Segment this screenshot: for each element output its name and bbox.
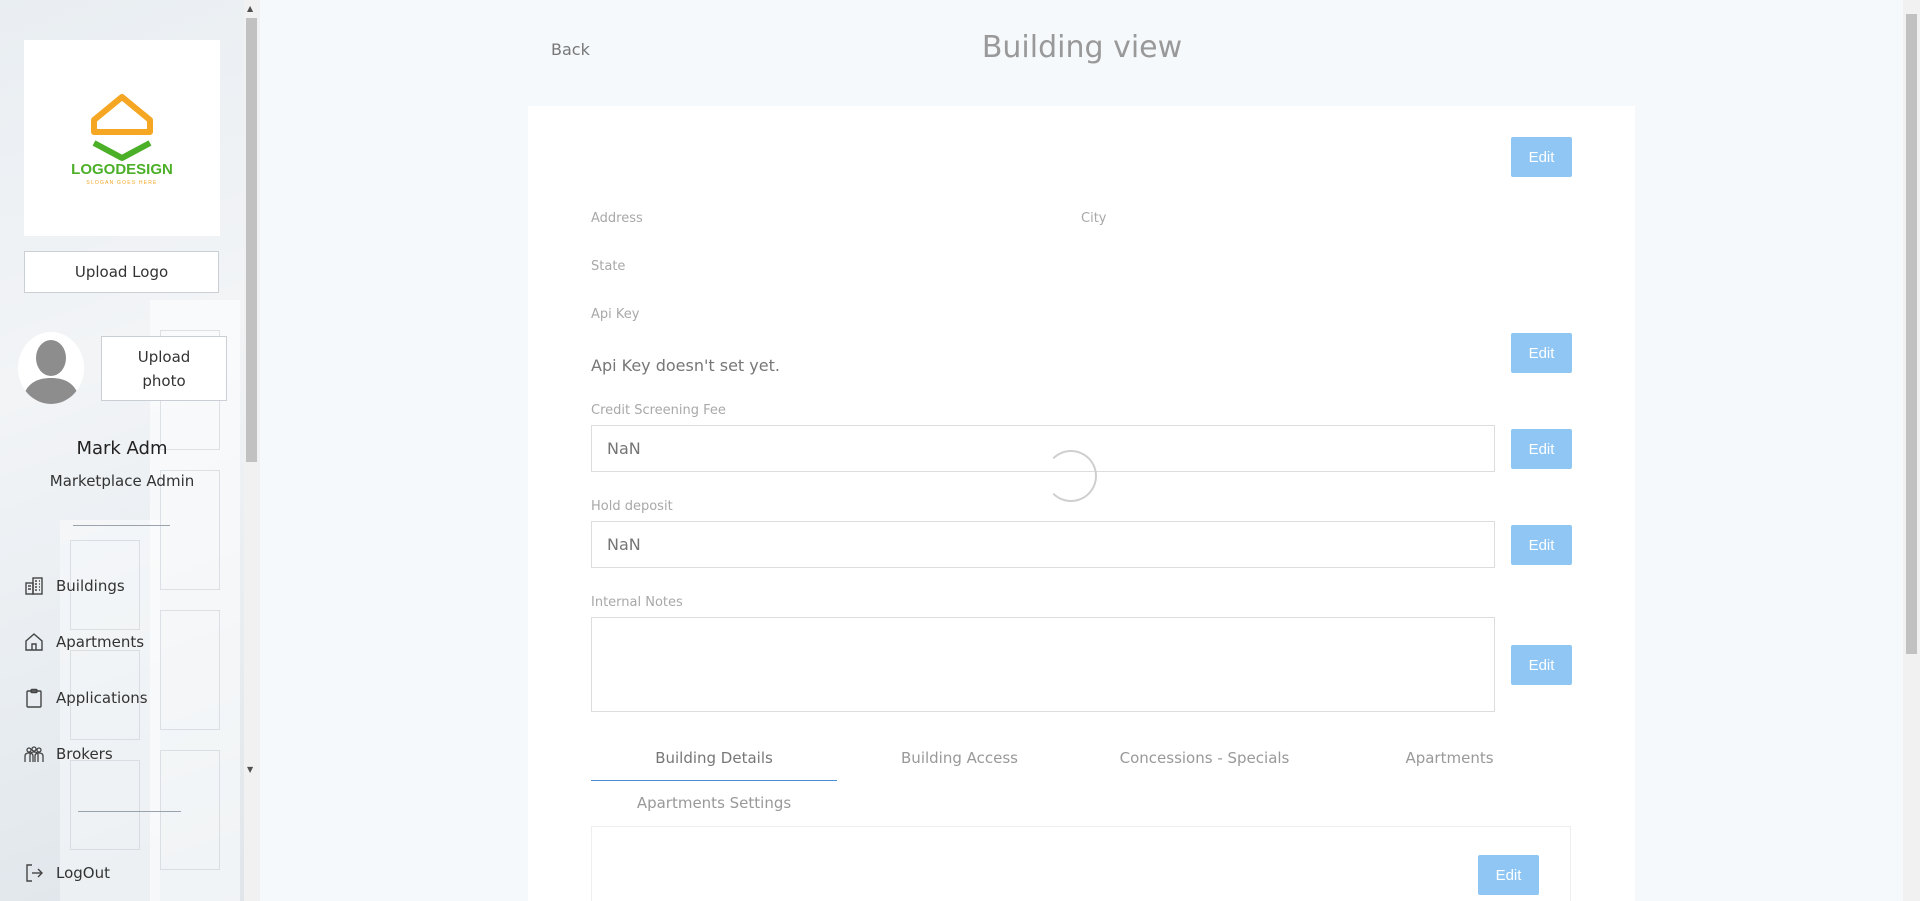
person-placeholder-icon xyxy=(22,340,80,404)
upload-photo-button[interactable]: Upload photo xyxy=(101,336,227,401)
divider xyxy=(73,525,170,526)
edit-internal-notes-button[interactable]: Edit xyxy=(1511,645,1572,685)
home-icon xyxy=(25,633,43,651)
sidebar-scrollbar[interactable]: ▲ ▼ xyxy=(244,0,260,901)
tab-content-panel xyxy=(591,826,1571,901)
nav-item-label: Brokers xyxy=(56,745,113,763)
credit-screening-fee-label: Credit Screening Fee xyxy=(591,403,726,418)
buildings-icon xyxy=(25,577,43,595)
city-label: City xyxy=(1081,211,1107,226)
internal-notes-label: Internal Notes xyxy=(591,595,683,610)
page-scrollbar-thumb[interactable] xyxy=(1906,14,1917,654)
people-icon xyxy=(24,746,44,762)
loading-spinner-icon xyxy=(1045,450,1097,502)
tab-concessions-specials[interactable]: Concessions - Specials xyxy=(1082,749,1327,767)
logout-label: LogOut xyxy=(56,864,110,882)
edit-hold-deposit-button[interactable]: Edit xyxy=(1511,525,1572,565)
user-role: Marketplace Admin xyxy=(49,472,195,490)
nav-item-applications[interactable]: Applications xyxy=(24,683,148,713)
address-label: Address xyxy=(591,211,643,226)
divider xyxy=(78,811,181,812)
api-key-label: Api Key xyxy=(591,307,640,322)
sidebar-scrollbar-thumb[interactable] xyxy=(246,18,257,462)
avatar xyxy=(18,332,84,404)
hold-deposit-input[interactable] xyxy=(591,521,1495,568)
active-tab-indicator xyxy=(591,780,837,781)
tab-building-access[interactable]: Building Access xyxy=(837,749,1082,767)
edit-api-key-button[interactable]: Edit xyxy=(1511,333,1572,373)
nav-item-apartments[interactable]: Apartments xyxy=(24,627,144,657)
scroll-down-arrow-icon[interactable]: ▼ xyxy=(247,765,253,774)
user-name: Mark Adm xyxy=(76,438,168,459)
edit-tab-content-button[interactable]: Edit xyxy=(1478,855,1539,895)
company-logo: LOGODESIGN SLOGAN GOES HERE xyxy=(24,40,220,236)
edit-credit-screening-fee-button[interactable]: Edit xyxy=(1511,429,1572,469)
api-key-value: Api Key doesn't set yet. xyxy=(591,356,780,375)
tab-apartments[interactable]: Apartments xyxy=(1327,749,1572,767)
house-logo-icon: LOGODESIGN SLOGAN GOES HERE xyxy=(71,94,173,186)
nav-item-label: Applications xyxy=(56,689,148,707)
clipboard-icon xyxy=(26,688,42,708)
hold-deposit-label: Hold deposit xyxy=(591,499,673,514)
sidebar: LOGODESIGN SLOGAN GOES HERE Upload Logo … xyxy=(0,0,260,901)
edit-building-info-button[interactable]: Edit xyxy=(1511,137,1572,177)
nav-item-buildings[interactable]: Buildings xyxy=(24,571,125,601)
logo-tagline: SLOGAN GOES HERE xyxy=(86,180,157,186)
credit-screening-fee-input[interactable] xyxy=(591,425,1495,472)
tab-building-details[interactable]: Building Details xyxy=(591,749,837,767)
nav-item-brokers[interactable]: Brokers xyxy=(24,739,113,769)
page-scrollbar[interactable] xyxy=(1903,0,1920,901)
internal-notes-textarea[interactable] xyxy=(591,617,1495,712)
tab-apartments-settings[interactable]: Apartments Settings xyxy=(591,794,837,812)
logout-icon xyxy=(26,864,43,882)
nav-item-label: Apartments xyxy=(56,633,145,651)
nav-item-label: Buildings xyxy=(56,577,125,595)
logout-button[interactable]: LogOut xyxy=(24,858,110,888)
upload-photo-label: Upload photo xyxy=(137,347,191,390)
state-label: State xyxy=(591,259,626,274)
upload-logo-button[interactable]: Upload Logo xyxy=(24,251,219,293)
page-title: Building view xyxy=(981,30,1183,65)
back-link[interactable]: Back xyxy=(551,40,590,59)
logo-text: LOGODESIGN xyxy=(71,161,173,178)
scroll-up-arrow-icon[interactable]: ▲ xyxy=(247,4,253,13)
